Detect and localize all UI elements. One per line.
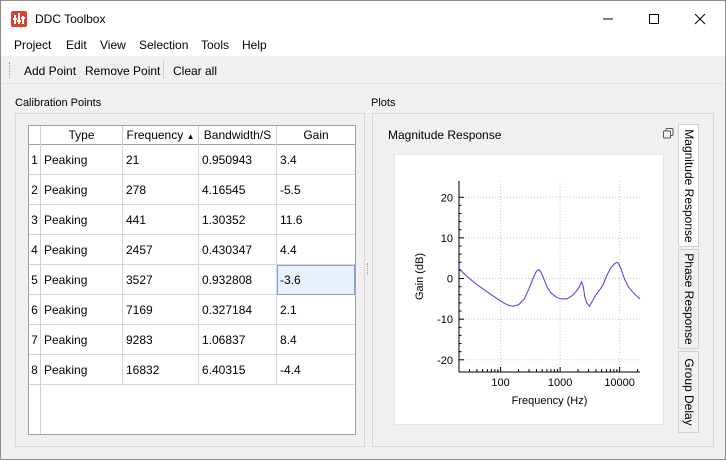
row-header[interactable]: 5	[29, 265, 41, 295]
menu-view[interactable]: View	[100, 38, 126, 52]
remove-point-button[interactable]: Remove Point	[85, 64, 160, 78]
cell-gain[interactable]: 3.4	[277, 145, 355, 175]
menu-bar: Project Edit View Selection Tools Help	[1, 35, 725, 56]
minimize-icon	[603, 18, 613, 20]
maximize-icon	[649, 14, 659, 24]
cell-frequency[interactable]: 9283	[123, 325, 199, 355]
toolbar-grip[interactable]	[9, 62, 11, 78]
tab-phase-response[interactable]: Phase Response	[678, 249, 699, 349]
row-header[interactable]: 2	[29, 175, 41, 205]
column-header-type[interactable]: Type	[41, 126, 123, 145]
cell-gain[interactable]: 8.4	[277, 325, 355, 355]
column-header-frequency[interactable]: Frequency ▲	[123, 126, 199, 145]
y-tick-label: -20	[437, 355, 453, 367]
cell-gain[interactable]: -3.6	[277, 265, 355, 295]
title-bar: DDC Toolbox	[1, 1, 725, 35]
menu-help[interactable]: Help	[242, 38, 267, 52]
cell-bandwidth[interactable]: 0.327184	[199, 295, 277, 325]
x-tick-label: 1000	[548, 377, 572, 389]
cell-gain[interactable]: 11.6	[277, 205, 355, 235]
row-header[interactable]: 3	[29, 205, 41, 235]
table-header: Type Frequency ▲ Bandwidth/S Gain	[29, 126, 355, 145]
app-logo-icon	[11, 11, 27, 27]
cell-gain[interactable]: 2.1	[277, 295, 355, 325]
row-header[interactable]: 4	[29, 235, 41, 265]
sort-ascending-icon: ▲	[186, 132, 195, 141]
cell-frequency[interactable]: 2457	[123, 235, 199, 265]
plot-title: Magnitude Response	[388, 128, 502, 142]
minimize-button[interactable]	[585, 1, 631, 35]
row-header-filler	[29, 385, 41, 434]
toolbar: Add Point Remove Point Clear all	[1, 57, 725, 84]
cell-type[interactable]: Peaking	[41, 325, 123, 355]
cell-frequency[interactable]: 3527	[123, 265, 199, 295]
cell-gain[interactable]: 4.4	[277, 235, 355, 265]
menu-selection[interactable]: Selection	[139, 38, 188, 52]
tab-magnitude-response[interactable]: Magnitude Response	[678, 124, 699, 247]
menu-tools[interactable]: Tools	[201, 38, 229, 52]
cell-type[interactable]: Peaking	[41, 355, 123, 385]
y-tick-label: -10	[437, 314, 453, 326]
close-button[interactable]	[677, 1, 723, 35]
clear-all-button[interactable]: Clear all	[173, 64, 217, 78]
cell-bandwidth[interactable]: 1.30352	[199, 205, 277, 235]
close-icon	[694, 13, 706, 25]
maximize-button[interactable]	[631, 1, 677, 35]
cell-gain[interactable]: -5.5	[277, 175, 355, 205]
row-header[interactable]: 8	[29, 355, 41, 385]
corner-header[interactable]	[29, 126, 41, 145]
cell-type[interactable]: Peaking	[41, 205, 123, 235]
column-header-gain[interactable]: Gain	[277, 126, 355, 145]
cell-bandwidth[interactable]: 0.950943	[199, 145, 277, 175]
menu-project[interactable]: Project	[14, 38, 51, 52]
tab-group-delay[interactable]: Group Delay	[678, 351, 699, 433]
cell-frequency[interactable]: 21	[123, 145, 199, 175]
magnitude-chart[interactable]: 100 1000 10000 -20 -10 0 10 20 Frequency (Hz) Gai…	[394, 154, 664, 425]
x-axis-label: Frequency (Hz)	[512, 395, 588, 407]
cell-gain[interactable]: -4.4	[277, 355, 355, 385]
y-axis-label: Gain (dB)	[414, 253, 426, 300]
cell-bandwidth[interactable]: 1.06837	[199, 325, 277, 355]
row-header[interactable]: 6	[29, 295, 41, 325]
cell-type[interactable]: Peaking	[41, 265, 123, 295]
row-header[interactable]: 7	[29, 325, 41, 355]
cell-type[interactable]: Peaking	[41, 235, 123, 265]
cell-bandwidth[interactable]: 0.430347	[199, 235, 277, 265]
y-tick-label: 0	[447, 274, 453, 286]
chart-svg: 100 1000 10000 -20 -10 0 10 20 Frequency (Hz) Gai…	[414, 181, 641, 407]
window-title: DDC Toolbox	[35, 12, 106, 26]
cell-bandwidth[interactable]: 4.16545	[199, 175, 277, 205]
cell-frequency[interactable]: 278	[123, 175, 199, 205]
row-header[interactable]: 1	[29, 145, 41, 175]
cell-type[interactable]: Peaking	[41, 175, 123, 205]
cell-frequency[interactable]: 7169	[123, 295, 199, 325]
magnitude-series-line	[458, 261, 641, 308]
cell-bandwidth[interactable]: 0.932808	[199, 265, 277, 295]
x-tick-label: 100	[491, 377, 509, 389]
calibration-table[interactable]: Type Frequency ▲ Bandwidth/S Gain 1 Peaki…	[28, 125, 356, 435]
cell-type[interactable]: Peaking	[41, 295, 123, 325]
plots-group-label: Plots	[371, 97, 396, 109]
app-window: DDC Toolbox Project Edit View Selection …	[0, 0, 726, 460]
splitter-handle[interactable]	[367, 263, 369, 275]
y-tick-label: 20	[441, 192, 453, 204]
cell-frequency[interactable]: 16832	[123, 355, 199, 385]
copy-icon[interactable]	[663, 128, 674, 139]
cell-type[interactable]: Peaking	[41, 145, 123, 175]
column-header-bandwidth[interactable]: Bandwidth/S	[199, 126, 277, 145]
menu-edit[interactable]: Edit	[66, 38, 87, 52]
x-tick-label: 10000	[604, 377, 635, 389]
add-point-button[interactable]: Add Point	[24, 64, 76, 78]
toolbar-separator	[163, 61, 164, 79]
cell-frequency[interactable]: 441	[123, 205, 199, 235]
cell-bandwidth[interactable]: 6.40315	[199, 355, 277, 385]
y-tick-label: 10	[441, 233, 453, 245]
calibration-group-label: Calibration Points	[15, 97, 102, 109]
